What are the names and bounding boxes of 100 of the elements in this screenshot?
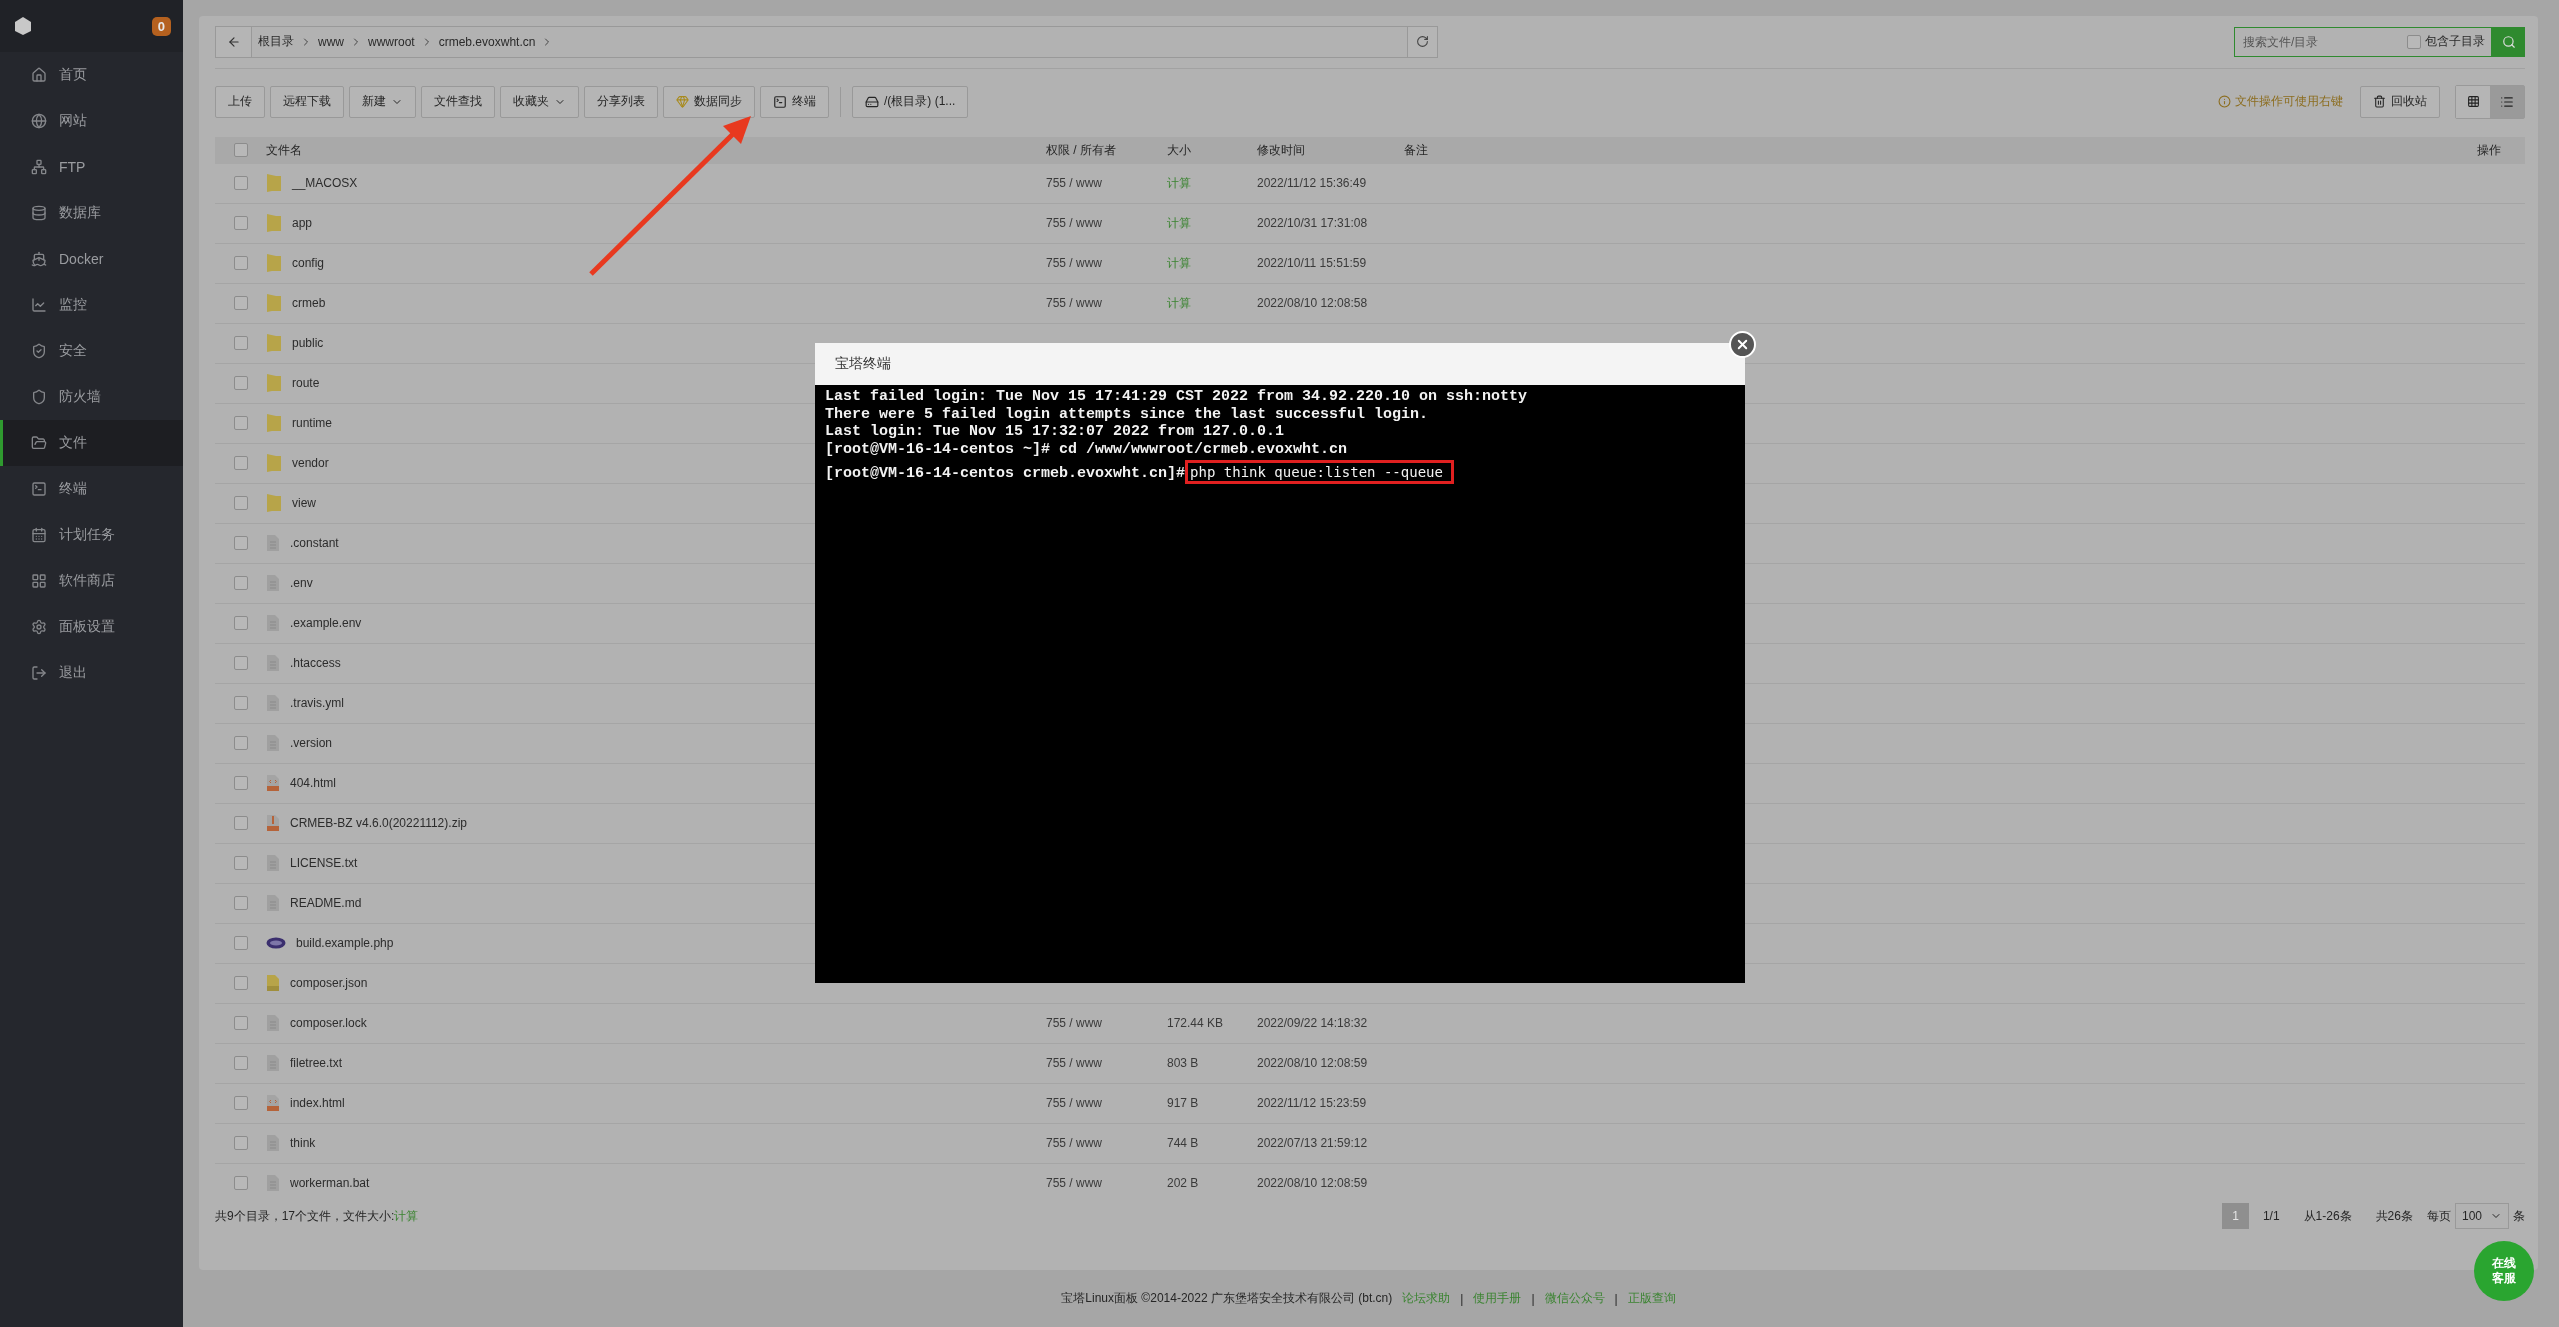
document-icon (266, 574, 280, 593)
sidebar-item[interactable]: 软件商店 (0, 558, 183, 604)
checkbox[interactable] (233, 936, 248, 951)
sidebar-item[interactable]: 终端 (0, 466, 183, 512)
checkbox[interactable] (233, 216, 248, 231)
checkbox[interactable] (233, 1176, 248, 1191)
sidebar-item[interactable]: Docker (0, 236, 183, 282)
breadcrumb-item[interactable]: crmeb.evoxwht.cn (432, 34, 542, 49)
breadcrumb-item[interactable]: wwwroot (362, 34, 421, 49)
checkbox[interactable] (233, 256, 248, 271)
file-name[interactable]: build.example.php (296, 936, 394, 951)
file-name[interactable]: index.html (290, 1096, 345, 1111)
checkbox[interactable] (233, 656, 248, 671)
recycle-bin-button[interactable]: 回收站 (2360, 85, 2440, 118)
file-name[interactable]: filetree.txt (290, 1056, 343, 1071)
folder-icon (266, 293, 282, 314)
toolbar-button[interactable]: 分享列表 (584, 85, 658, 118)
checkbox[interactable] (233, 536, 248, 551)
file-name[interactable]: view (292, 496, 316, 511)
checkbox[interactable] (233, 976, 248, 991)
sidebar-item[interactable]: 退出 (0, 650, 183, 696)
toolbar-button[interactable]: 终端 (760, 85, 829, 118)
file-name[interactable]: app (292, 216, 313, 231)
file-name[interactable]: README.md (290, 896, 362, 911)
code-file-icon (266, 774, 280, 793)
file-name[interactable]: __MACOSX (292, 176, 358, 191)
checkbox[interactable] (233, 456, 248, 471)
file-name[interactable]: config (292, 256, 325, 271)
file-name[interactable]: .env (290, 576, 313, 591)
checkbox[interactable] (233, 296, 248, 311)
sidebar-item[interactable]: 数据库 (0, 190, 183, 236)
file-name[interactable]: composer.json (290, 976, 368, 991)
checkbox[interactable] (233, 376, 248, 391)
menu-icon (31, 435, 47, 451)
sidebar-item[interactable]: 文件 (0, 420, 183, 466)
file-name[interactable]: composer.lock (290, 1016, 367, 1031)
per-page-select[interactable]: 100 (2454, 1203, 2509, 1229)
checkbox[interactable] (233, 1136, 248, 1151)
file-name[interactable]: runtime (292, 416, 332, 431)
checkbox[interactable] (233, 896, 248, 911)
document-icon (266, 894, 280, 913)
grid-icon (2466, 95, 2480, 109)
toolbar-button[interactable]: 新建 (349, 85, 416, 118)
checkbox[interactable] (233, 336, 248, 351)
file-name[interactable]: route (292, 376, 320, 391)
sidebar-item[interactable]: 安全 (0, 328, 183, 374)
toolbar-button[interactable]: 远程下载 (270, 85, 344, 118)
checkbox[interactable] (233, 816, 248, 831)
checkbox[interactable] (233, 176, 248, 191)
file-name[interactable]: .travis.yml (290, 696, 344, 711)
file-name[interactable]: vendor (292, 456, 329, 471)
checkbox[interactable] (233, 576, 248, 591)
table-cell-text: 917 B (1167, 1096, 1200, 1111)
file-name[interactable]: think (290, 1136, 316, 1151)
file-name[interactable]: workerman.bat (290, 1176, 370, 1191)
breadcrumb-item[interactable]: 根目录 (252, 33, 300, 51)
checkbox[interactable] (233, 776, 248, 791)
checkbox[interactable] (233, 696, 248, 711)
checkbox[interactable] (233, 856, 248, 871)
summary-text: 共9个目录，17个文件，文件大小: (215, 1207, 395, 1225)
toolbar-button[interactable]: /(根目录) (1... (852, 85, 969, 118)
sidebar-item[interactable]: 面板设置 (0, 604, 183, 650)
sidebar-item[interactable]: 计划任务 (0, 512, 183, 558)
file-name[interactable]: 404.html (290, 776, 337, 791)
table-cell-text: 2022/11/12 15:36:49 (1257, 176, 1368, 191)
file-name[interactable]: .constant (290, 536, 339, 551)
checkbox[interactable] (233, 416, 248, 431)
checkbox[interactable] (233, 736, 248, 751)
search-button[interactable] (2492, 26, 2525, 57)
sidebar-item[interactable]: 防火墙 (0, 374, 183, 420)
sidebar-item[interactable]: 网站 (0, 98, 183, 144)
checkbox[interactable] (233, 496, 248, 511)
checkbox[interactable] (233, 616, 248, 631)
toolbar-button[interactable]: 上传 (215, 85, 265, 118)
file-name[interactable]: LICENSE.txt (290, 856, 358, 871)
view-toggle[interactable] (2490, 85, 2524, 118)
code-file-icon (266, 1094, 280, 1113)
sidebar-item[interactable]: 首页 (0, 52, 183, 98)
file-name[interactable]: crmeb (292, 296, 326, 311)
path-bar[interactable]: 根目录 www wwwroot crmeb.evoxwht.cn (215, 25, 1438, 58)
menu-icon (31, 205, 47, 221)
file-name[interactable]: .version (290, 736, 333, 751)
checkbox[interactable] (233, 1096, 248, 1111)
sidebar-item[interactable]: FTP (0, 144, 183, 190)
toolbar-button[interactable]: 收藏夹 (500, 85, 579, 118)
file-name[interactable]: .htaccess (290, 656, 341, 671)
file-name[interactable]: .example.env (290, 616, 362, 631)
file-name[interactable]: public (292, 336, 324, 351)
checkbox[interactable] (233, 1016, 248, 1031)
checkbox[interactable] (233, 1056, 248, 1071)
checkbox[interactable] (233, 143, 248, 158)
document-icon (266, 694, 280, 713)
document-icon (266, 1054, 280, 1073)
sidebar-item[interactable]: 监控 (0, 282, 183, 328)
table-cell-text: 172.44 KB (1167, 1016, 1225, 1031)
list-icon (2500, 94, 2514, 109)
breadcrumb-item[interactable]: www (312, 34, 350, 49)
file-name[interactable]: CRMEB-BZ v4.6.0(20221112).zip (290, 816, 467, 831)
toolbar-button[interactable]: 文件查找 (421, 85, 495, 118)
toolbar-button[interactable]: 数据同步 (663, 85, 755, 118)
